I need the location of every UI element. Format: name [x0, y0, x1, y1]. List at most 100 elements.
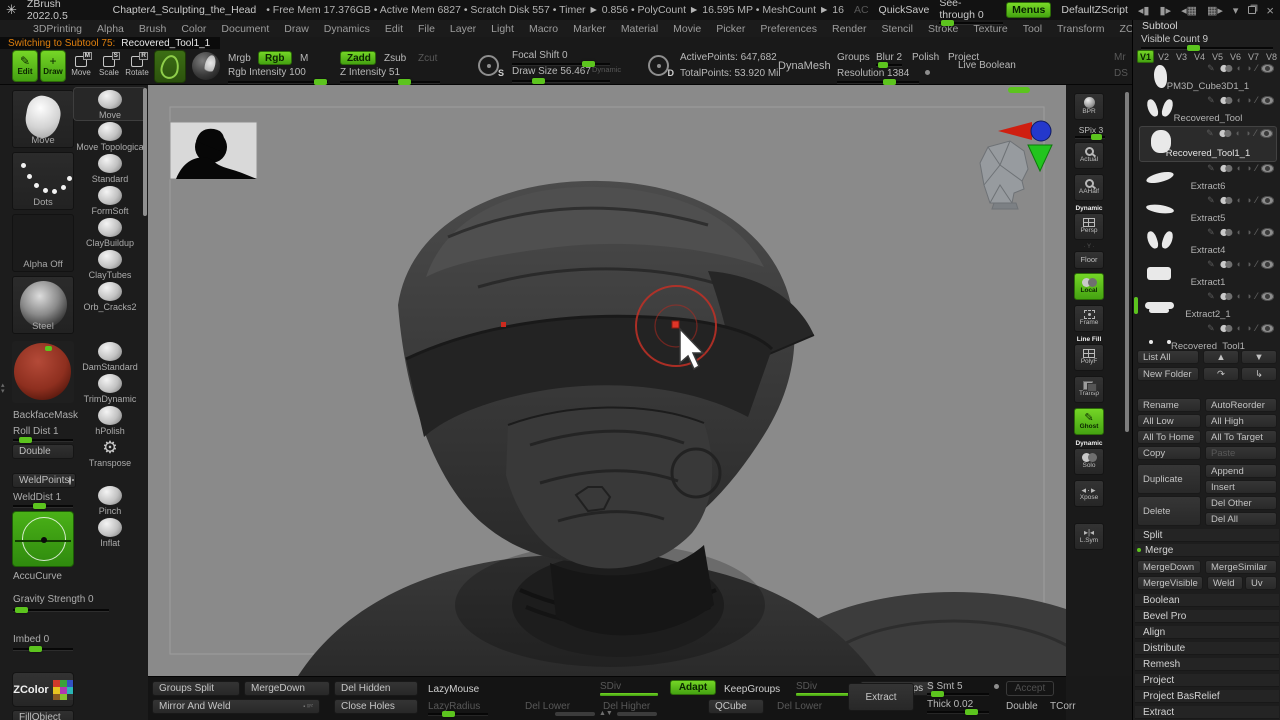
menus-toggle[interactable]: Menus	[1006, 2, 1051, 18]
transparency-button[interactable]: Transp	[1074, 376, 1104, 403]
eye-icon[interactable]	[1261, 96, 1274, 105]
move-out-folder-button[interactable]: ↳	[1241, 367, 1277, 381]
polish-toggle[interactable]: Polish	[912, 52, 939, 63]
visible-count-slider[interactable]: Visible Count 9	[1141, 34, 1208, 45]
double-toggle[interactable]: Double	[12, 444, 74, 459]
scale-button[interactable]: S Scale	[96, 50, 122, 82]
copy-button[interactable]: Copy	[1137, 446, 1201, 460]
menu-item[interactable]: Transform	[1057, 23, 1104, 35]
rename-button[interactable]: Rename	[1137, 398, 1201, 412]
project-basrelief-section[interactable]: Project BasRelief	[1135, 690, 1279, 703]
duplicate-button[interactable]: Duplicate	[1137, 464, 1201, 494]
brush-item[interactable]: Move Topologica	[74, 120, 146, 152]
split-section[interactable]: Split	[1135, 529, 1279, 542]
delete-button[interactable]: Delete	[1137, 496, 1201, 526]
brush-item[interactable]: ClayTubes	[74, 248, 146, 280]
brush-item[interactable]: hPolish	[74, 404, 146, 436]
groups-split-button[interactable]: Groups Split	[152, 681, 240, 696]
menu-item[interactable]: Picker	[716, 23, 745, 35]
lazy-radius-slider[interactable]: LazyRadius	[428, 701, 480, 712]
menu-item[interactable]: Texture	[973, 23, 1007, 35]
align-section[interactable]: Align	[1135, 626, 1279, 639]
menu-item[interactable]: Preferences	[760, 23, 817, 35]
boolean-section[interactable]: Boolean	[1135, 594, 1279, 607]
merge-similar-button[interactable]: MergeSimilar	[1205, 560, 1277, 574]
material-thumbnail[interactable]: Steel	[12, 276, 74, 334]
draw-button[interactable]: + Draw	[40, 50, 66, 82]
left-tray-scrollbar[interactable]	[143, 88, 147, 216]
subtool-item[interactable]: Extract6	[1139, 162, 1277, 194]
double-toggle[interactable]: Double	[1006, 701, 1038, 712]
depth-mask-icon[interactable]: D	[648, 55, 669, 76]
all-high-button[interactable]: All High	[1205, 414, 1277, 428]
brush-item[interactable]: Standard	[74, 152, 146, 184]
history-back-icon[interactable]: ◂▮	[1138, 4, 1150, 17]
default-zscript-button[interactable]: DefaultZScript	[1061, 4, 1128, 16]
menu-item[interactable]: Layer	[450, 23, 476, 35]
edit-button[interactable]: ✎ Edit	[12, 50, 38, 82]
menu-item[interactable]: Brush	[139, 23, 166, 35]
minimize-button[interactable]: ▾	[1233, 4, 1239, 17]
eye-icon[interactable]	[1260, 129, 1273, 138]
menu-item[interactable]: Color	[181, 23, 206, 35]
gravity-strength-slider[interactable]: Gravity Strength 0	[13, 594, 94, 605]
distribute-section[interactable]: Distribute	[1135, 642, 1279, 655]
brush-item[interactable]: TrimDynamic	[74, 372, 146, 404]
current-alpha-button[interactable]	[192, 52, 220, 80]
tray-scroll-arrows-icon[interactable]: ▴▾	[1, 383, 5, 395]
auto-reorder-button[interactable]: AutoReorder	[1205, 398, 1277, 412]
history-forward-icon[interactable]: ▮▸	[1159, 4, 1171, 17]
qcube-button[interactable]: QCube	[708, 699, 764, 714]
eye-icon[interactable]	[1261, 196, 1274, 205]
sdiv-slider-2[interactable]: SDiv	[796, 681, 817, 692]
list-all-button[interactable]: List All	[1137, 350, 1199, 364]
groups-toggle[interactable]: Groups	[837, 52, 870, 63]
aahalf-button[interactable]: AAHalf	[1074, 174, 1104, 201]
menu-item[interactable]: Movie	[673, 23, 701, 35]
del-hidden-button[interactable]: Del Hidden	[334, 681, 418, 696]
local-symmetry-button[interactable]: Local	[1074, 273, 1104, 300]
uv-button[interactable]: Uv	[1245, 576, 1277, 590]
zcolor-button[interactable]: ZColor	[12, 672, 74, 707]
dynamic-draw-size-toggle[interactable]: Dynamic	[592, 65, 621, 74]
all-to-home-button[interactable]: All To Home	[1137, 430, 1201, 444]
m-toggle[interactable]: M	[300, 53, 308, 64]
dynamesh-button[interactable]: DynaMesh	[778, 60, 831, 72]
stroke-type-icon[interactable]: S	[478, 55, 499, 76]
undo-cube-icon[interactable]: ◂▦	[1181, 4, 1197, 17]
all-low-button[interactable]: All Low	[1137, 414, 1201, 428]
menu-item[interactable]: File	[418, 23, 435, 35]
mirror-and-weld-button[interactable]: Mirror And Weld ▪ ᵡᵞᶻ	[152, 699, 320, 714]
move-down-button[interactable]: ▼	[1241, 350, 1277, 364]
eye-icon[interactable]	[1261, 64, 1274, 73]
focal-shift-slider[interactable]: Focal Shift 0	[512, 50, 568, 61]
eye-icon[interactable]	[1261, 292, 1274, 301]
lazy-mouse-toggle[interactable]: LazyMouse	[428, 684, 479, 695]
remesh-section[interactable]: Remesh	[1135, 658, 1279, 671]
menu-item[interactable]: Dynamics	[324, 23, 370, 35]
accept-button[interactable]: Accept	[1006, 681, 1054, 696]
bevel-pro-section[interactable]: Bevel Pro	[1135, 610, 1279, 623]
move-to-folder-button[interactable]: ↷	[1203, 367, 1239, 381]
close-holes-button[interactable]: Close Holes	[334, 699, 418, 714]
mrgb-toggle[interactable]: Mrgb	[228, 53, 251, 64]
brush-item[interactable]: Inflat	[74, 516, 146, 548]
close-button[interactable]: ×	[1266, 3, 1274, 18]
live-boolean-toggle[interactable]: Live Boolean	[958, 60, 1016, 71]
fill-object-button[interactable]: FillObject	[12, 710, 74, 720]
menu-item[interactable]: Alpha	[97, 23, 124, 35]
move-up-button[interactable]: ▲	[1203, 350, 1239, 364]
frame-button[interactable]: Frame	[1074, 305, 1104, 332]
eye-icon[interactable]	[1261, 164, 1274, 173]
resolution-slider[interactable]: Resolution 1384	[837, 68, 909, 79]
roll-dist-slider[interactable]: Roll Dist 1	[13, 426, 59, 437]
append-button[interactable]: Append	[1205, 464, 1277, 478]
alpha-thumbnail[interactable]: Alpha Off	[12, 214, 74, 272]
tray-divider-handle[interactable]	[1008, 87, 1030, 93]
keep-groups-toggle[interactable]: KeepGroups	[724, 684, 780, 695]
restore-button[interactable]	[1248, 6, 1256, 14]
right-tray-scrollbar[interactable]	[1125, 92, 1129, 432]
subtool-item[interactable]: Extract4	[1139, 226, 1277, 258]
polyframe-button[interactable]: PolyF	[1074, 344, 1104, 371]
zcut-toggle[interactable]: Zcut	[418, 53, 437, 64]
